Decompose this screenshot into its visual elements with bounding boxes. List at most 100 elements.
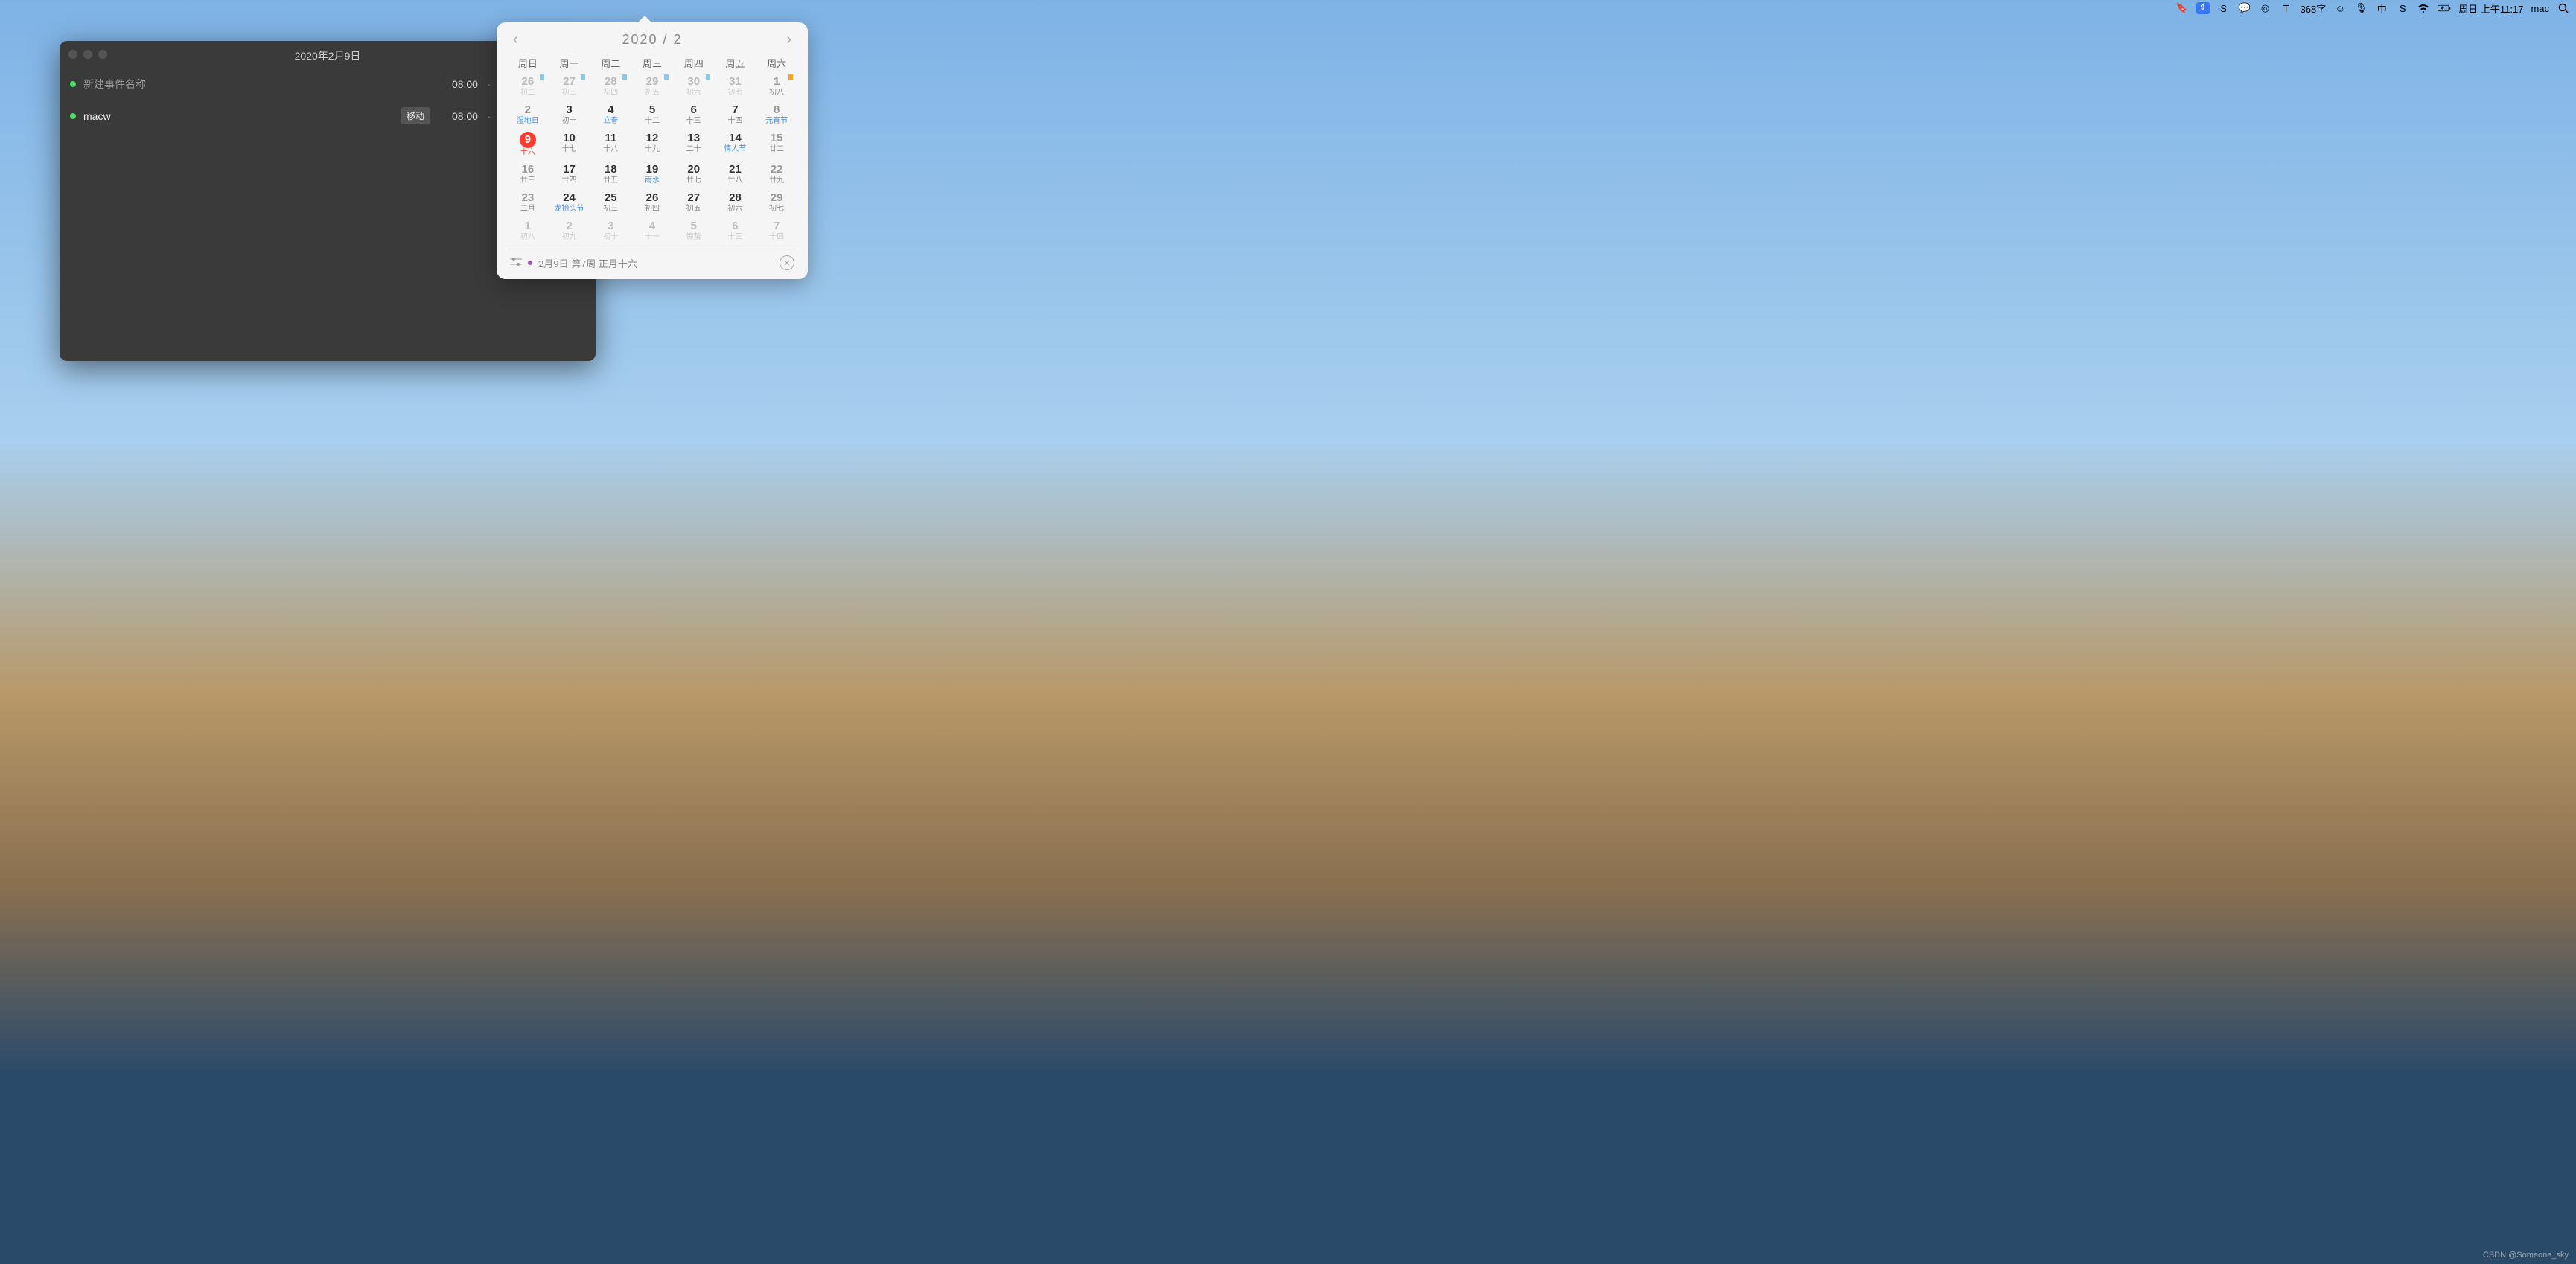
calendar-day[interactable]: 29初七 — [756, 189, 797, 217]
mic-icon[interactable]: 🎙 — [2354, 1, 2368, 15]
calendar-day[interactable]: 19雨水 — [631, 161, 673, 189]
calendar-day[interactable]: 2湿地日 — [507, 101, 549, 130]
bookmark-icon[interactable]: 🔖 — [2175, 1, 2189, 15]
calendar-footer-text: 2月9日 第7周 正月十六 — [538, 256, 637, 270]
calendar-day[interactable]: 18廿五 — [590, 161, 631, 189]
weekday-header: 周日周一周二周三周四周五周六 — [507, 53, 797, 73]
calendar-day[interactable]: 21廿八 — [715, 161, 756, 189]
calendar-day[interactable]: 3初十 — [549, 101, 590, 130]
day-number: 23 — [507, 191, 549, 205]
menubar-user[interactable]: mac — [2531, 3, 2549, 14]
day-number: 9 — [520, 132, 536, 148]
calendar-day[interactable]: 27初五 — [673, 189, 715, 217]
day-marker-icon — [706, 74, 710, 80]
day-marker-icon — [540, 74, 544, 80]
day-marker-icon — [581, 74, 585, 80]
day-number: 31 — [715, 75, 756, 89]
calendar-day[interactable]: 29初五 — [631, 73, 673, 101]
calendar-day[interactable]: 13二十 — [673, 130, 715, 161]
calendar-day[interactable]: 5十二 — [631, 101, 673, 130]
chat-icon[interactable]: 💬 — [2238, 1, 2251, 15]
day-lunar: 惊蛰 — [673, 233, 715, 242]
calendar-day[interactable]: 26初四 — [631, 189, 673, 217]
calendar-day[interactable]: 28初六 — [715, 189, 756, 217]
sogou-icon[interactable]: S — [2396, 1, 2409, 15]
next-month-button[interactable]: › — [786, 31, 791, 48]
menubar-date[interactable]: 周日 上午11:17 — [2458, 1, 2523, 16]
calendar-day[interactable]: 16廿三 — [507, 161, 549, 189]
calendar-day[interactable]: 3初十 — [590, 217, 631, 246]
day-lunar: 十四 — [715, 117, 756, 126]
calendar-day[interactable]: 1初八 — [507, 217, 549, 246]
calendar-day[interactable]: 6十三 — [715, 217, 756, 246]
calendar-popover: ‹ 2020 / 2 › 周日周一周二周三周四周五周六 26初二27初三28初四… — [497, 22, 808, 279]
weekday-label: 周三 — [631, 56, 673, 70]
day-lunar: 十四 — [756, 233, 797, 242]
close-button[interactable]: ✕ — [780, 255, 794, 270]
day-lunar: 龙抬头节 — [549, 205, 590, 214]
day-lunar: 雨水 — [631, 176, 673, 185]
calendar-day[interactable]: 4十一 — [631, 217, 673, 246]
calendar-day[interactable]: 24龙抬头节 — [549, 189, 590, 217]
calendar-day[interactable]: 4立春 — [590, 101, 631, 130]
event-name: macw — [83, 110, 393, 122]
spotlight-icon[interactable] — [2557, 1, 2570, 15]
day-number: 22 — [756, 163, 797, 176]
calendar-day[interactable]: 8元宵节 — [756, 101, 797, 130]
calendar-day[interactable]: 20廿七 — [673, 161, 715, 189]
calendar-day[interactable]: 25初三 — [590, 189, 631, 217]
window-controls[interactable] — [68, 50, 107, 59]
calendar-day[interactable]: 7十四 — [756, 217, 797, 246]
calendar-day[interactable]: 23二月 — [507, 189, 549, 217]
calendar-day[interactable]: 15廿二 — [756, 130, 797, 161]
wifi-icon[interactable] — [2417, 1, 2430, 15]
day-lunar: 十二 — [631, 117, 673, 126]
calendar-day[interactable]: 1初八 — [756, 73, 797, 101]
calendar-day[interactable]: 11十八 — [590, 130, 631, 161]
event-tag[interactable]: 移动 — [401, 107, 430, 124]
calendar-day[interactable]: 6十三 — [673, 101, 715, 130]
calendar-day[interactable]: 9十六 — [507, 130, 549, 161]
day-lunar: 廿八 — [715, 176, 756, 185]
calendar-day[interactable]: 22廿九 — [756, 161, 797, 189]
day-marker-icon — [664, 74, 669, 80]
calendar-day[interactable]: 7十四 — [715, 101, 756, 130]
day-marker-icon — [788, 74, 793, 80]
day-lunar: 初六 — [715, 205, 756, 214]
day-marker-icon — [622, 74, 627, 80]
calendar-day[interactable]: 28初四 — [590, 73, 631, 101]
text-icon[interactable]: T — [2280, 1, 2293, 15]
day-number: 5 — [673, 220, 715, 233]
calendar-day[interactable]: 30初六 — [673, 73, 715, 101]
event-dot-icon — [528, 261, 532, 265]
menubar: 🔖 9 S 💬 ◎ T 368字 ☺ 🎙 中 S 周日 上午11:17 mac — [2169, 0, 2576, 16]
day-number: 27 — [673, 191, 715, 205]
event-color-dot — [70, 81, 76, 87]
day-lunar: 廿七 — [673, 176, 715, 185]
day-number: 12 — [631, 132, 673, 145]
day-lunar: 初三 — [549, 89, 590, 98]
day-number: 2 — [549, 220, 590, 233]
prev-month-button[interactable]: ‹ — [513, 31, 518, 48]
settings-icon[interactable] — [510, 258, 522, 269]
calendar-day[interactable]: 31初七 — [715, 73, 756, 101]
calendar-day[interactable]: 26初二 — [507, 73, 549, 101]
calendar-day[interactable]: 10十七 — [549, 130, 590, 161]
day-lunar: 湿地日 — [507, 117, 549, 126]
day-number: 24 — [549, 191, 590, 205]
face-icon[interactable]: ☺ — [2333, 1, 2347, 15]
creative-cloud-icon[interactable]: ◎ — [2259, 1, 2272, 15]
word-count[interactable]: 368字 — [2301, 1, 2327, 16]
calendar-day[interactable]: 27初三 — [549, 73, 590, 101]
calendar-day[interactable]: 12十九 — [631, 130, 673, 161]
menubar-calendar-icon[interactable]: 9 — [2196, 2, 2210, 14]
calendar-day[interactable]: 2初九 — [549, 217, 590, 246]
calendar-day[interactable]: 17廿四 — [549, 161, 590, 189]
ime-icon[interactable]: 中 — [2375, 1, 2388, 15]
day-lunar: 初八 — [507, 233, 549, 242]
calendar-day[interactable]: 5惊蛰 — [673, 217, 715, 246]
calendar-day[interactable]: 14情人节 — [715, 130, 756, 161]
day-number: 19 — [631, 163, 673, 176]
battery-icon[interactable] — [2438, 1, 2451, 15]
s-icon[interactable]: S — [2217, 1, 2231, 15]
